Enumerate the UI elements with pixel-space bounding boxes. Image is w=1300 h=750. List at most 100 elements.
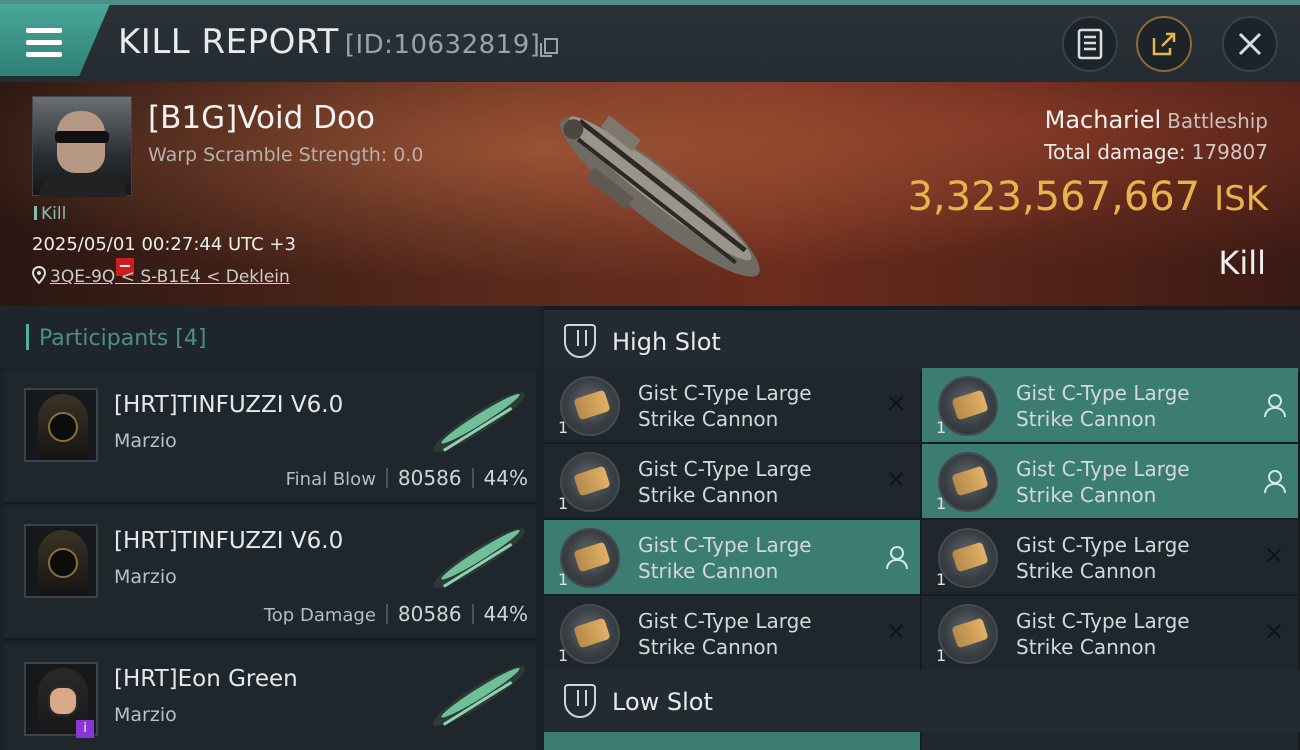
stat-percent: 44% <box>483 466 528 490</box>
destroyed-icon: ✕ <box>885 618 907 646</box>
high-slot-icon <box>564 324 596 358</box>
destroyed-icon: ✕ <box>885 390 907 418</box>
module-name: Gist C-Type Large Strike Cannon <box>638 381 812 431</box>
fitting-panel: High Slot 1 Gist C-Type Large Strike Can… <box>544 306 1300 750</box>
module-slot[interactable]: 1 Gist C-Type Large Strike Cannon ✕ <box>922 520 1298 594</box>
total-damage-label: Total damage: <box>1044 140 1186 164</box>
module-qty: 1 <box>936 418 947 437</box>
module-icon <box>938 376 998 436</box>
module-slot[interactable]: 1 Gist C-Type Large Strike Cannon ✕ <box>544 368 920 442</box>
low-slot-header: Low Slot <box>544 670 1300 732</box>
isk-amount: 3,323,567,667 <box>907 174 1201 220</box>
module-qty: 1 <box>936 646 947 665</box>
ship-name[interactable]: Machariel <box>1045 106 1162 134</box>
module-qty: 1 <box>936 494 947 513</box>
high-slot-label: High Slot <box>612 328 721 356</box>
module-icon <box>560 604 620 664</box>
menu-button[interactable] <box>0 4 110 76</box>
destroyed-icon: ✕ <box>885 466 907 494</box>
participant-corp: Marzio <box>114 566 177 588</box>
person-icon <box>1262 468 1286 493</box>
report-log-button[interactable] <box>1062 16 1118 72</box>
module-name: Gist C-Type Large Strike Cannon <box>638 609 812 659</box>
module-icon <box>560 376 620 436</box>
person-icon <box>1262 392 1286 417</box>
module-slot[interactable]: 1 Gist C-Type Large Strike Cannon ✕ <box>922 596 1298 670</box>
module-slot[interactable]: 1 Gist C-Type Large Strike Cannon <box>922 368 1298 442</box>
destroyed-icon: ✕ <box>1263 542 1285 570</box>
victim-pilot-name[interactable]: [B1G]Void Doo <box>148 100 375 136</box>
victim-avatar[interactable] <box>32 96 132 197</box>
participants-title: Participants <box>39 326 169 351</box>
module-slot[interactable]: 1 Gist C-Type Large Strike Cannon <box>922 444 1298 518</box>
kill-tag: Kill <box>34 204 66 224</box>
stat-damage: 80586 <box>397 602 462 626</box>
participant-stats: Final Blow 80586 44% <box>286 466 528 490</box>
participant-corp: Marzio <box>114 704 177 726</box>
module-qty: 1 <box>936 570 947 589</box>
participant-row[interactable]: [HRT]TINFUZZI V6.0 Marzio Top Damage 8058… <box>4 506 536 640</box>
person-icon <box>884 544 908 569</box>
participants-panel: Participants [4] [HRT]TINFUZZI V6.0 Marz… <box>0 306 540 750</box>
module-slot[interactable]: 1 Gist C-Type Large Strike Cannon ✕ <box>544 444 920 518</box>
participant-stats: Top Damage 80586 44% <box>264 602 528 626</box>
module-qty: 1 <box>558 570 569 589</box>
participants-header: Participants [4] <box>0 306 540 368</box>
stat-label: Final Blow <box>285 469 376 490</box>
kill-datetime: 2025/05/01 00:27:44 UTC +3 <box>32 234 296 255</box>
module-qty: 1 <box>558 646 569 665</box>
module-slot[interactable] <box>544 732 920 750</box>
page-title: KILL REPORT [ID:10632819] <box>118 22 559 62</box>
hamburger-menu-icon <box>26 28 62 58</box>
module-name: Gist C-Type Large Strike Cannon <box>638 457 812 507</box>
victim-summary: − [B1G]Void Doo Warp Scramble Strength: … <box>0 82 1300 306</box>
module-slot[interactable]: 1 Gist C-Type Large Strike Cannon <box>544 520 920 594</box>
kill-report-screen: KILL REPORT [ID:10632819] − [B1G]Void Doo… <box>0 0 1300 750</box>
location-text: 3QE-9Q < S-B1E4 < Deklein <box>50 267 290 287</box>
participant-row[interactable]: [HRT]TINFUZZI V6.0 Marzio Final Blow 8058… <box>4 370 536 504</box>
module-slot[interactable]: 1 Gist C-Type Large Strike Cannon ✕ <box>544 596 920 670</box>
participant-name: [HRT]TINFUZZI V6.0 <box>114 528 344 554</box>
participant-ship-image <box>432 666 526 726</box>
isk-unit: ISK <box>1214 179 1268 219</box>
close-icon <box>1238 32 1262 56</box>
participant-avatar[interactable] <box>24 388 98 462</box>
share-button[interactable] <box>1136 16 1192 72</box>
info-badge: i <box>76 720 94 738</box>
warp-scramble-strength: Warp Scramble Strength: 0.0 <box>148 144 424 166</box>
result-label: Kill <box>1218 244 1266 282</box>
copy-icon[interactable] <box>540 38 559 57</box>
participant-row[interactable]: i [HRT]Eon Green Marzio <box>4 644 536 750</box>
module-icon <box>938 528 998 588</box>
close-button[interactable] <box>1222 16 1278 72</box>
participant-corp: Marzio <box>114 430 177 452</box>
kill-tag-label: Kill <box>41 204 67 224</box>
module-slot[interactable] <box>922 732 1298 750</box>
dropped-icon <box>884 544 908 569</box>
top-bar: KILL REPORT [ID:10632819] <box>0 0 1300 82</box>
module-name: Gist C-Type Large Strike Cannon <box>1016 381 1190 431</box>
module-qty: 1 <box>558 494 569 513</box>
stat-label: Top Damage <box>263 605 376 626</box>
low-slot-icon <box>564 684 596 718</box>
report-id: [ID:10632819] <box>344 30 541 60</box>
victim-ship-image <box>560 115 760 277</box>
location-pin-icon <box>31 265 47 285</box>
module-name: Gist C-Type Large Strike Cannon <box>1016 457 1190 507</box>
high-slot-header: High Slot <box>544 310 1300 372</box>
module-icon <box>560 452 620 512</box>
participant-avatar[interactable] <box>24 524 98 598</box>
participant-ship-image <box>432 528 526 588</box>
ship-class: Battleship <box>1167 109 1268 133</box>
low-slot-label: Low Slot <box>612 688 713 716</box>
module-qty: 1 <box>558 418 569 437</box>
stat-damage: 80586 <box>397 466 462 490</box>
module-icon <box>938 452 998 512</box>
module-name: Gist C-Type Large Strike Cannon <box>638 533 812 583</box>
module-name: Gist C-Type Large Strike Cannon <box>1016 533 1190 583</box>
stat-percent: 44% <box>483 602 528 626</box>
destroyed-icon: ✕ <box>1263 618 1285 646</box>
kill-location[interactable]: 3QE-9Q < S-B1E4 < Deklein <box>31 265 290 287</box>
share-icon <box>1152 32 1176 56</box>
total-damage-value: 179807 <box>1191 140 1268 164</box>
